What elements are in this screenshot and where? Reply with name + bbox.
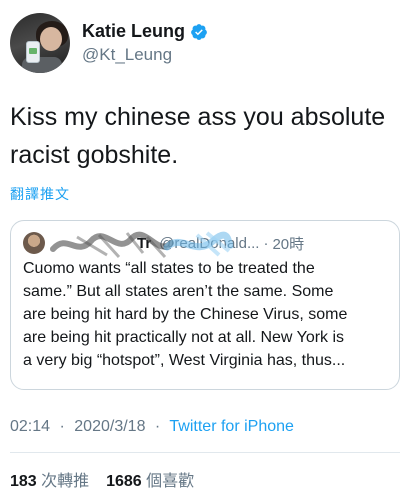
- tweet-header: Katie Leung @Kt_Leung: [10, 12, 208, 74]
- retweet-label[interactable]: 次轉推: [41, 473, 89, 490]
- quoted-author-name: Tr: [137, 234, 152, 252]
- quoted-text-line: Cuomo wants “all states to be treated th…: [23, 260, 315, 277]
- quoted-text-line: a very big “hotspot”, West Virginia has,…: [23, 352, 346, 369]
- quoted-tweet[interactable]: Tr @realDonald... · 20時 Cuomo wants “all…: [10, 220, 400, 390]
- quoted-author-handle: @realDonald...: [159, 234, 260, 252]
- like-count[interactable]: 1686: [106, 473, 142, 490]
- like-label[interactable]: 個喜歡: [146, 473, 194, 490]
- quoted-text-line: are being hit hard by the Chinese Virus,…: [23, 306, 348, 323]
- author-display-name[interactable]: Katie Leung: [82, 21, 185, 42]
- retweet-count[interactable]: 183: [10, 473, 37, 490]
- tweet-date[interactable]: 2020/3/18: [74, 418, 145, 435]
- tweet-stats: 183 次轉推 1686 個喜歡: [10, 467, 194, 491]
- quoted-tweet-header: Tr @realDonald... · 20時: [23, 231, 393, 255]
- quoted-text-line: same.” But all states aren’t the same. S…: [23, 283, 334, 300]
- tweet-source-link[interactable]: Twitter for iPhone: [169, 418, 294, 435]
- tweet-text: Kiss my chinese ass you absolute racist …: [10, 98, 390, 174]
- quoted-author-avatar: [23, 232, 45, 254]
- tweet-text-line: racist gobshite.: [10, 141, 179, 169]
- meta-separator: ·: [59, 418, 65, 435]
- author-avatar[interactable]: [10, 13, 70, 73]
- display-name-row: Katie Leung: [82, 21, 208, 42]
- quoted-separator: ·: [263, 234, 269, 252]
- quoted-tweet-text: Cuomo wants “all states to be treated th…: [23, 257, 393, 372]
- meta-separator: ·: [154, 418, 161, 435]
- tweet-time[interactable]: 02:14: [10, 418, 50, 435]
- tweet-detail: Katie Leung @Kt_Leung Kiss my chinese as…: [0, 0, 400, 495]
- tweet-text-line: Kiss my chinese ass you absolute: [10, 103, 386, 131]
- quoted-text-line: are being hit practically not at all. Ne…: [23, 329, 345, 346]
- verified-badge-icon: [191, 23, 207, 40]
- translate-tweet-link[interactable]: 翻譯推文: [10, 184, 70, 204]
- tweet-meta: 02:14 · 2020/3/18 · Twitter for iPhone: [10, 418, 294, 436]
- author-handle[interactable]: @Kt_Leung: [82, 45, 208, 65]
- divider: [10, 452, 400, 453]
- quoted-timestamp: 20時: [272, 235, 305, 253]
- author-names: Katie Leung @Kt_Leung: [82, 21, 208, 65]
